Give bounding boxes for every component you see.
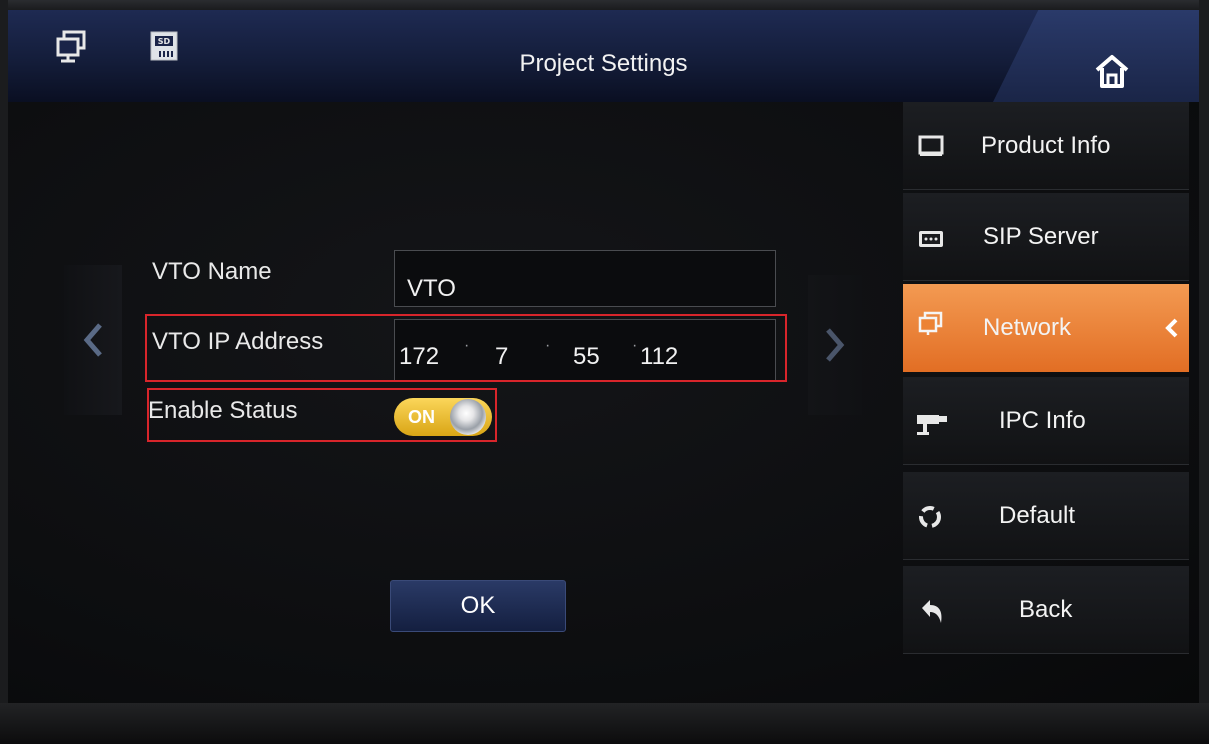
sidebar-item-back[interactable]: Back [903, 566, 1189, 654]
sidebar-item-label: IPC Info [999, 407, 1086, 434]
device-bezel-left [0, 0, 8, 744]
enable-status-toggle[interactable]: ON [394, 398, 492, 436]
ip-segment-2[interactable]: 7 [495, 343, 508, 371]
toggle-knob [450, 399, 486, 435]
sidebar-item-default[interactable]: Default [903, 472, 1189, 560]
sidebar-item-sip-server[interactable]: SIP Server [903, 193, 1189, 281]
vto-ip-label: VTO IP Address [152, 328, 324, 355]
ip-segment-3[interactable]: 55 [573, 343, 600, 371]
network-icon [917, 310, 945, 338]
vto-name-label: VTO Name [152, 258, 272, 285]
device-bezel-bottom [0, 703, 1209, 744]
vto-ip-field[interactable]: 172 · 7 · 55 · 112 [394, 319, 776, 382]
sd-card-icon[interactable]: SD [148, 29, 180, 63]
sidebar-item-network[interactable]: Network [903, 284, 1189, 372]
ip-separator: · [464, 337, 470, 354]
ip-segment-4[interactable]: 112 [640, 343, 678, 371]
sidebar-item-ipc-info[interactable]: IPC Info [903, 377, 1189, 465]
chevron-left-icon [1165, 318, 1179, 343]
sidebar-item-label: Network [983, 314, 1072, 341]
back-arrow-icon [917, 596, 945, 624]
ip-separator: · [632, 337, 638, 354]
sidebar-item-product-info[interactable]: Product Info [903, 102, 1189, 190]
monitor-icon [917, 132, 945, 160]
vto-name-field[interactable]: VTO [394, 250, 776, 307]
ip-segment-1[interactable]: 172 [399, 343, 439, 371]
prev-page-arrow[interactable] [64, 265, 122, 415]
enable-status-label: Enable Status [148, 397, 298, 424]
sidebar-item-label: Product Info [981, 132, 1111, 159]
device-screen: Project Settings SD VTO Name VTO VTO IP … [8, 10, 1199, 703]
device-bezel-top [0, 0, 1209, 10]
recycle-icon [917, 504, 945, 532]
server-icon [917, 225, 945, 253]
camera-icon [915, 411, 947, 439]
multi-screen-icon[interactable] [54, 28, 90, 64]
ip-separator: · [545, 337, 551, 354]
toggle-on-label: ON [408, 407, 435, 427]
sidebar-item-label: SIP Server [983, 223, 1099, 250]
svg-text:SD: SD [158, 37, 171, 46]
home-icon[interactable] [1092, 51, 1132, 91]
device-bezel-right [1199, 0, 1209, 744]
ok-button[interactable]: OK [390, 580, 566, 632]
next-page-arrow[interactable] [808, 275, 862, 415]
sidebar-item-label: Back [1019, 596, 1073, 623]
sidebar-item-label: Default [999, 502, 1076, 529]
